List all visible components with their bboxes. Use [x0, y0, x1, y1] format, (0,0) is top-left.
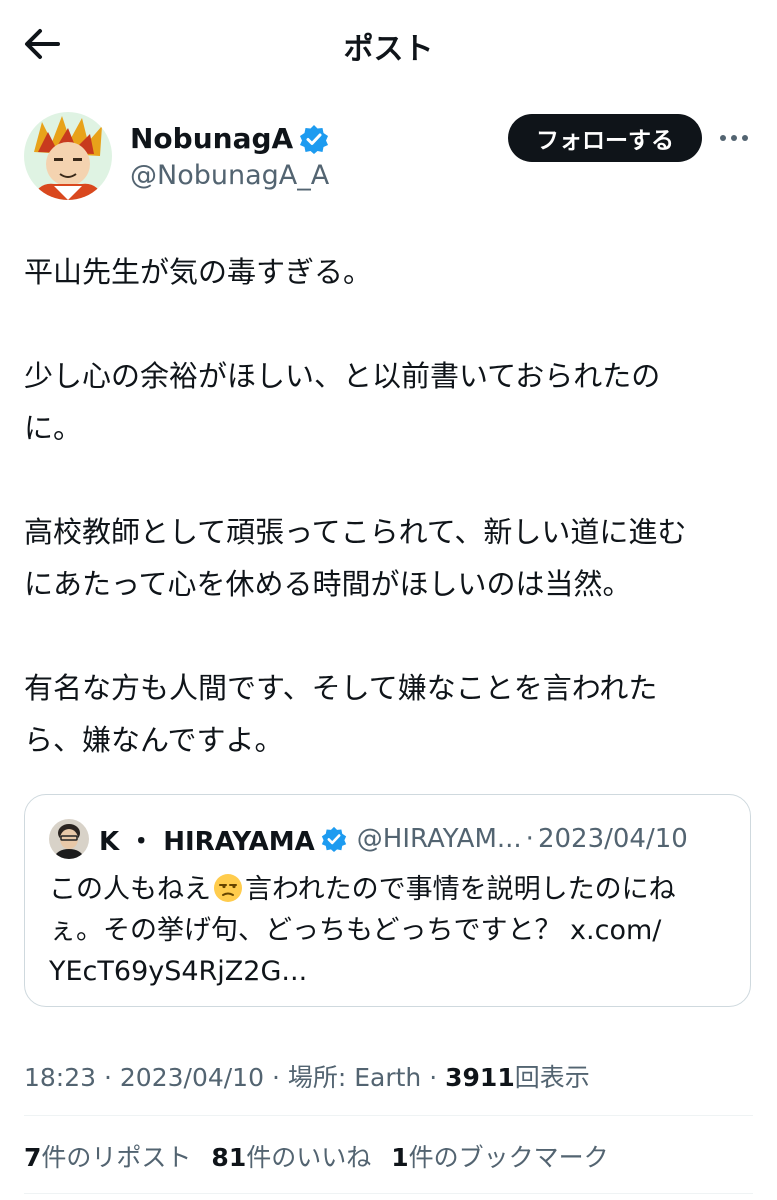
page-title: ポスト — [343, 32, 434, 67]
author-name[interactable]: NobunagA — [130, 122, 293, 155]
quote-text-line: ぇ。その挙げ句、どっちもどっちですと？ x.com/ — [49, 915, 662, 946]
post-date[interactable]: 2023/04/10 — [120, 1063, 264, 1092]
post-line: に。 — [24, 411, 83, 445]
quote-text: この人もねえ 言われたので事情を説明したのにね ぇ。その挙げ句、どっちもどっちで… — [49, 869, 729, 992]
quote-handle: @HIRAYAM... — [356, 824, 522, 854]
engagement-stats: 7件のリポスト 81件のいいね 1件のブックマーク — [24, 1138, 629, 1174]
post-meta: 18:23 · 2023/04/10 · 場所: Earth · 3911回表示 — [24, 1058, 590, 1094]
author-handle[interactable]: @NobunagA_A — [130, 160, 329, 191]
post-location: 場所: Earth — [287, 1063, 422, 1092]
likes-label: 件のいいね — [246, 1143, 372, 1172]
post-line: 少し心の余裕がほしい、と以前書いておられたの — [24, 359, 661, 393]
meta-separator: · — [429, 1063, 438, 1092]
avatar[interactable] — [24, 112, 112, 200]
quote-date: 2023/04/10 — [537, 824, 688, 854]
quote-author-name: K ・ HIRAYAMA — [99, 826, 315, 857]
post-line: 有名な方も人間です、そして嫌なことを言われた — [24, 671, 658, 705]
quote-separator: · — [525, 824, 534, 854]
verified-badge-icon — [321, 826, 346, 852]
reposts-count: 7 — [24, 1143, 42, 1172]
bookmarks-stat[interactable]: 1件のブックマーク — [391, 1138, 608, 1174]
more-horizontal-icon[interactable] — [716, 120, 752, 156]
post-line: 高校教師として頑張ってこられて、新しい道に進む — [24, 515, 687, 549]
top-bar: ポスト — [0, 0, 777, 90]
quote-avatar — [49, 819, 89, 859]
quoted-post[interactable]: K ・ HIRAYAMA @HIRAYAM... · 2023/04/10 この… — [24, 794, 751, 1007]
views-label: 回表示 — [514, 1063, 590, 1092]
meta-separator: · — [104, 1063, 112, 1092]
reposts-stat[interactable]: 7件のリポスト — [24, 1138, 191, 1174]
post-line: 平山先生が気の毒すぎる。 — [24, 255, 373, 289]
divider — [24, 1115, 753, 1116]
verified-badge-icon — [300, 124, 329, 154]
likes-count: 81 — [211, 1143, 247, 1172]
quote-text-line: YEcT69yS4RjZ2G... — [49, 956, 308, 987]
bookmarks-label: 件のブックマーク — [408, 1143, 609, 1172]
bookmarks-count: 1 — [391, 1143, 409, 1172]
follow-button[interactable]: フォローする — [508, 114, 702, 162]
author-row: NobunagA @NobunagA_A フォローする — [24, 110, 753, 202]
post-body: 平山先生が気の毒すぎる。 少し心の余裕がほしい、と以前書いておられたの に。 高… — [24, 246, 759, 766]
post-line: ら、嫌なんですよ。 — [24, 723, 284, 757]
quote-text-part: 言われたので事情を説明したのにね — [245, 874, 676, 905]
quote-text-part: この人もねえ — [49, 874, 211, 905]
unamused-face-icon — [214, 874, 242, 902]
reposts-label: 件のリポスト — [41, 1143, 192, 1172]
views-count: 3911 — [445, 1063, 515, 1092]
post-time[interactable]: 18:23 — [24, 1063, 96, 1092]
likes-stat[interactable]: 81件のいいね — [211, 1138, 371, 1174]
post-line: にあたって心を休める時間がほしいのは当然。 — [24, 567, 632, 601]
meta-separator: · — [271, 1063, 280, 1092]
divider — [24, 1193, 753, 1194]
